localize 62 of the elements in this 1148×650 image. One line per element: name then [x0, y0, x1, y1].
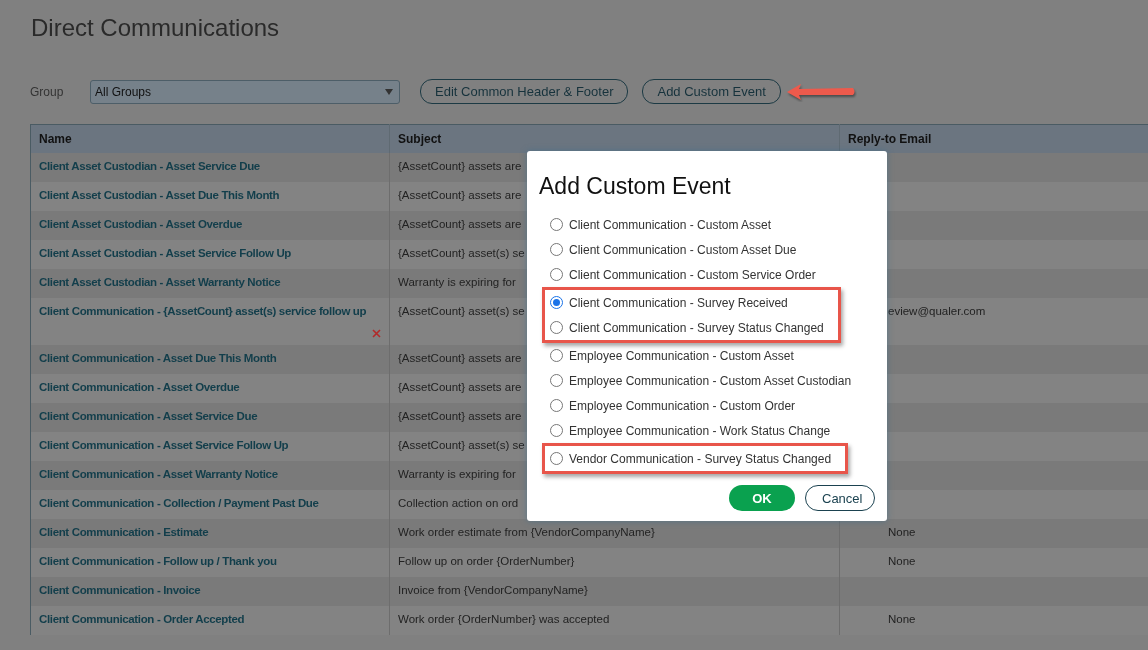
subject-cell: Warranty is expiring for [398, 276, 516, 288]
cancel-button[interactable]: Cancel [805, 485, 875, 511]
group-dropdown[interactable]: All Groups [90, 79, 400, 104]
event-link[interactable]: Client Communication - Asset Service Follow Up [39, 439, 289, 451]
radio-button[interactable] [550, 424, 563, 437]
subject-cell: Invoice from {VendorCompanyName} [398, 584, 588, 596]
radio-button[interactable] [550, 218, 563, 231]
event-link[interactable]: Client Communication - Asset Overdue [39, 381, 240, 393]
radio-button[interactable] [550, 243, 563, 256]
radio-option[interactable]: Client Communication - Custom Asset Due [539, 237, 797, 262]
subject-cell: {AssetCount} assets are [398, 189, 522, 201]
radio-option[interactable]: Employee Communication - Work Status Change [539, 418, 831, 443]
radio-button[interactable] [550, 321, 563, 334]
subject-cell: Warranty is expiring for [398, 468, 516, 480]
subject-cell: Follow up on order {OrderNumber} [398, 555, 575, 567]
event-link[interactable]: Client Communication - Order Accepted [39, 613, 245, 625]
radio-option[interactable]: Employee Communication - Custom Order [539, 393, 796, 418]
radio-option[interactable]: Client Communication - Custom Asset [539, 212, 772, 237]
event-link[interactable]: Client Asset Custodian - Asset Due This Month [39, 189, 280, 201]
radio-option[interactable]: Client Communication - Survey Status Changed [545, 315, 824, 340]
subject-cell: {AssetCount} assets are [398, 410, 522, 422]
subject-cell: Work order estimate from {VendorCompanyName} [398, 526, 655, 538]
page-title: Direct Communications [31, 14, 281, 42]
reply-to-cell: None [888, 555, 916, 567]
radio-button[interactable] [550, 399, 563, 412]
radio-option[interactable]: Employee Communication - Custom Asset Custodian [539, 368, 852, 393]
event-link[interactable]: Client Communication - Invoice [39, 584, 201, 596]
subject-cell: Work order {OrderNumber} was accepted [398, 613, 610, 625]
ok-button[interactable]: OK [729, 485, 795, 511]
radio-option[interactable]: Client Communication - Custom Service Order [539, 262, 816, 287]
subject-cell: {AssetCount} asset(s) se [398, 247, 525, 259]
column-header: Reply-to Email [839, 124, 1148, 153]
event-link[interactable]: Client Communication - Estimate [39, 526, 209, 538]
radio-option[interactable]: Employee Communication - Custom Asset [539, 343, 794, 368]
reply-to-cell: None [888, 613, 916, 625]
subject-cell: {AssetCount} assets are [398, 352, 522, 364]
reply-to-cell: eview@qualer.com [888, 305, 986, 317]
reply-to-cell: None [888, 526, 916, 538]
subject-cell: Collection action on ord [398, 497, 519, 509]
toolbar-button[interactable]: Add Custom Event [642, 79, 781, 104]
event-link[interactable]: Client Asset Custodian - Asset Service Follow Up [39, 247, 291, 259]
toolbar-button[interactable]: Edit Common Header & Footer [420, 79, 629, 104]
radio-button[interactable] [550, 296, 563, 309]
subject-cell: {AssetCount} asset(s) se [398, 305, 525, 317]
radio-button[interactable] [550, 349, 563, 362]
radio-button[interactable] [550, 374, 563, 387]
group-label: Group [30, 84, 65, 99]
dropdown-caret-icon [385, 88, 393, 95]
dialog-title: Add Custom Event [539, 173, 732, 200]
subject-cell: {AssetCount} assets are [398, 381, 522, 393]
subject-cell: {AssetCount} asset(s) se [398, 439, 525, 451]
subject-cell: {AssetCount} assets are [398, 160, 522, 172]
subject-cell: {AssetCount} assets are [398, 218, 522, 230]
column-header: Name [30, 124, 390, 153]
radio-button[interactable] [550, 268, 563, 281]
radio-option[interactable]: Client Communication - Survey Received [545, 290, 824, 315]
column-header: Subject [389, 124, 840, 153]
radio-option[interactable]: Vendor Communication - Survey Status Changed [545, 446, 832, 471]
event-link[interactable]: Client Communication - Collection / Payment Past Due [39, 497, 319, 509]
radio-button[interactable] [550, 452, 563, 465]
event-link[interactable]: Client Communication - Follow up / Thank you [39, 555, 277, 567]
event-link[interactable]: Client Communication - {AssetCount} asset(s) service follow up [39, 305, 367, 317]
